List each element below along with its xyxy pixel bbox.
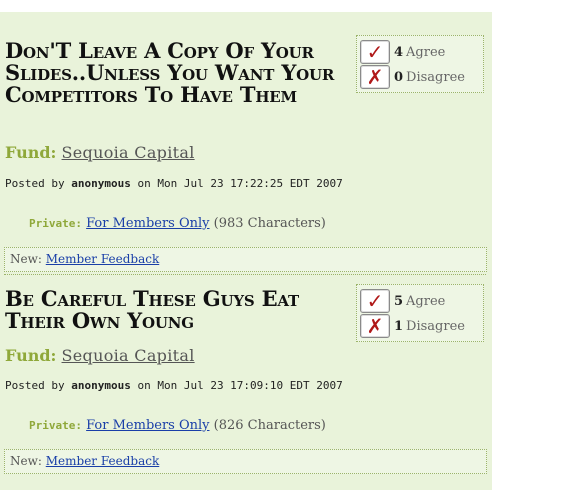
vote-box: ✓ 5 Agree ✗ 1 Disagree xyxy=(356,284,484,342)
disagree-count: 1 xyxy=(394,318,404,334)
posted-prefix: Posted by xyxy=(5,379,65,392)
agree-count: 5 xyxy=(394,293,404,309)
fund-label: Fund: xyxy=(5,346,57,365)
review-panel: Don'T Leave A Copy Of Your Slides..Unles… xyxy=(0,12,492,490)
new-feedback-box: New: Member Feedback xyxy=(4,247,487,272)
fund-link[interactable]: Sequoia Capital xyxy=(62,346,195,365)
post-title: Don'T Leave A Copy Of Your Slides..Unles… xyxy=(5,38,335,107)
new-label: New: xyxy=(10,252,42,266)
members-only-link[interactable]: For Members Only xyxy=(86,418,209,433)
private-line: Private: For Members Only (826 Character… xyxy=(29,418,326,433)
fund-label: Fund: xyxy=(5,143,57,162)
x-mark-icon: ✗ xyxy=(366,314,384,338)
new-label: New: xyxy=(10,454,42,468)
post-author: anonymous xyxy=(71,177,131,190)
private-label: Private: xyxy=(29,217,82,230)
new-feedback-box: New: Member Feedback xyxy=(4,449,487,474)
private-line: Private: For Members Only (983 Character… xyxy=(29,216,326,231)
post-title: Be Careful These Guys Eat Their Own Youn… xyxy=(5,286,299,333)
checkmark-icon: ✓ xyxy=(366,40,384,64)
x-mark-icon: ✗ xyxy=(366,65,384,89)
character-count: (826 Characters) xyxy=(213,418,326,433)
fund-line: Fund: Sequoia Capital xyxy=(5,346,195,365)
post-divider xyxy=(4,274,486,275)
agree-button[interactable]: ✓ xyxy=(360,289,390,313)
agree-count: 4 xyxy=(394,44,404,60)
agree-row: ✓ 5 Agree xyxy=(360,289,445,313)
post-meta: Posted by anonymous on Mon Jul 23 17:09:… xyxy=(5,379,343,392)
disagree-button[interactable]: ✗ xyxy=(360,314,390,338)
post-date: on Mon Jul 23 17:22:25 EDT 2007 xyxy=(137,177,343,190)
posted-prefix: Posted by xyxy=(5,177,65,190)
agree-button[interactable]: ✓ xyxy=(360,40,390,64)
post-meta: Posted by anonymous on Mon Jul 23 17:22:… xyxy=(5,177,343,190)
disagree-row: ✗ 1 Disagree xyxy=(360,314,465,338)
new-feedback-line: New: Member Feedback xyxy=(10,252,159,266)
agree-label: Agree xyxy=(406,293,446,309)
members-only-link[interactable]: For Members Only xyxy=(86,216,209,231)
disagree-count: 0 xyxy=(394,69,404,85)
character-count: (983 Characters) xyxy=(213,216,326,231)
fund-link[interactable]: Sequoia Capital xyxy=(62,143,195,162)
agree-label: Agree xyxy=(406,44,446,60)
member-feedback-link[interactable]: Member Feedback xyxy=(46,252,159,266)
disagree-label: Disagree xyxy=(406,318,465,334)
checkmark-icon: ✓ xyxy=(366,289,384,313)
post-date: on Mon Jul 23 17:09:10 EDT 2007 xyxy=(137,379,343,392)
disagree-row: ✗ 0 Disagree xyxy=(360,65,465,89)
disagree-label: Disagree xyxy=(406,69,465,85)
fund-line: Fund: Sequoia Capital xyxy=(5,143,195,162)
private-label: Private: xyxy=(29,419,82,432)
post-author: anonymous xyxy=(71,379,131,392)
vote-box: ✓ 4 Agree ✗ 0 Disagree xyxy=(356,35,484,93)
disagree-button[interactable]: ✗ xyxy=(360,65,390,89)
agree-row: ✓ 4 Agree xyxy=(360,40,445,64)
new-feedback-line: New: Member Feedback xyxy=(10,454,159,468)
member-feedback-link[interactable]: Member Feedback xyxy=(46,454,159,468)
